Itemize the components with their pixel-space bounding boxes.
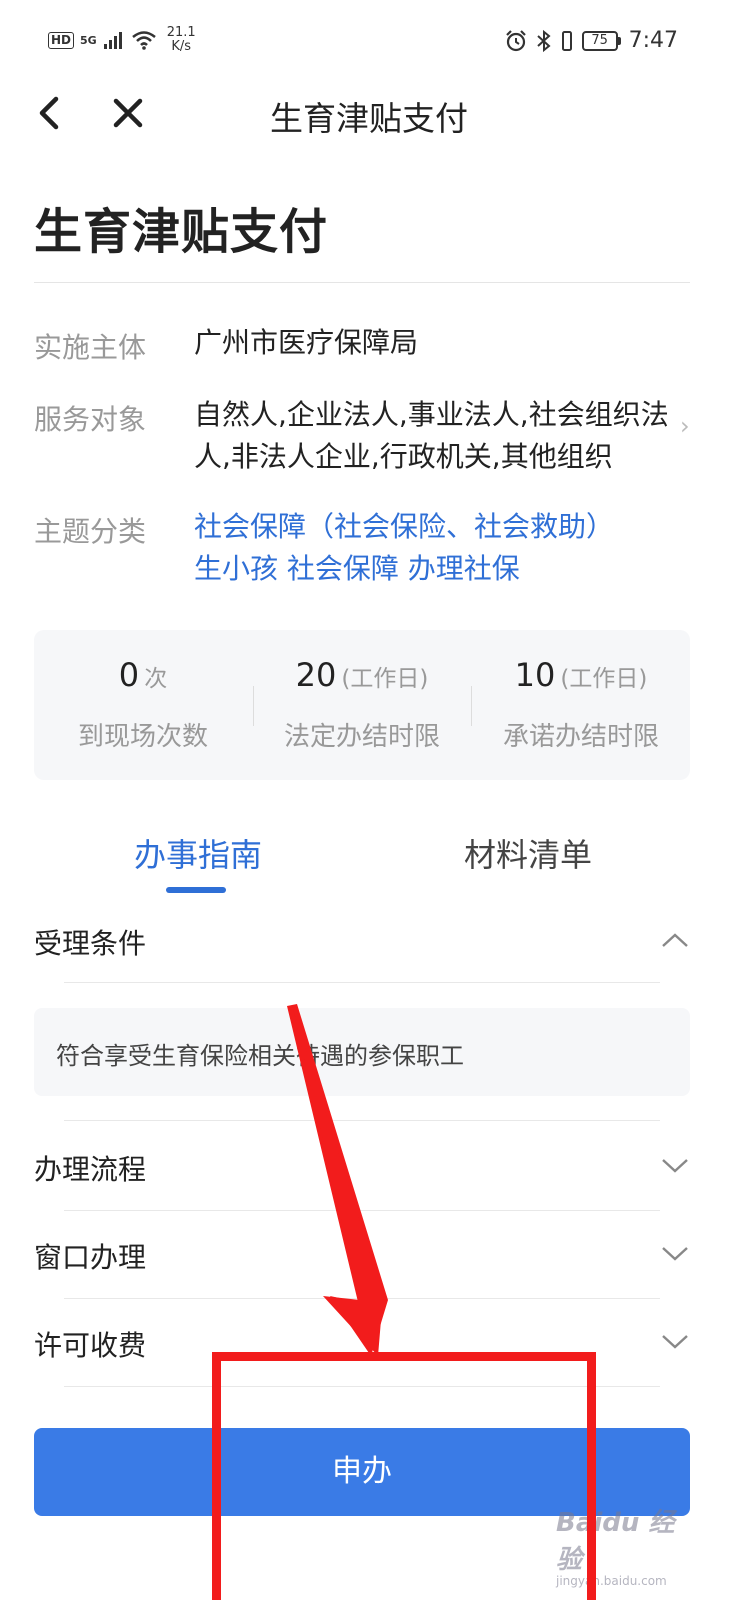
stat-value: 20 [295, 656, 337, 694]
topic-label: 主题分类 [34, 515, 147, 548]
nav-title: 生育津贴支付 [270, 99, 468, 138]
chevron-up-icon[interactable] [660, 930, 690, 950]
battery-icon: 75 [581, 30, 621, 51]
divider [64, 1298, 660, 1299]
battery-level: 75 [581, 30, 618, 51]
vibrate-icon [561, 30, 572, 51]
wifi-icon [131, 31, 156, 50]
battery-tip [617, 36, 621, 45]
stat-legal-limit: 20 (工作日) 法定办结时限 [253, 656, 471, 753]
conditions-text: 符合享受生育保险相关待遇的参保职工 [56, 1042, 464, 1070]
stat-label: 到现场次数 [77, 722, 208, 752]
divider [34, 282, 690, 283]
page-title: 生育津贴支付 [34, 204, 329, 260]
topic-link-1[interactable]: 社会保障（社会保险、社会救助） [194, 506, 674, 548]
status-left: HD 5G 21.1 K/s [48, 26, 196, 54]
stat-visits: 0 次 到现场次数 [34, 656, 252, 753]
stats-card: 0 次 到现场次数 20 (工作日) 法定办结时限 10 (工作日) 承诺办结时… [34, 630, 690, 780]
status-right: 75 7:47 [504, 28, 678, 53]
annotation-highlight-box [212, 1352, 596, 1600]
topic-value: 社会保障（社会保险、社会救助） 生小孩 社会保障 办理社保 [194, 506, 674, 590]
tab-indicator [166, 887, 226, 893]
alarm-icon [505, 29, 526, 51]
tab-materials[interactable]: 材料清单 [464, 830, 592, 876]
net-speed-value: 21.1 [166, 25, 196, 40]
divider [64, 982, 660, 983]
stat-value: 0 [118, 656, 140, 694]
section-conditions-title[interactable]: 受理条件 [34, 922, 146, 962]
chevron-down-icon[interactable] [660, 1156, 690, 1176]
section-process-title[interactable]: 办理流程 [34, 1148, 146, 1188]
conditions-content: 符合享受生育保险相关待遇的参保职工 [34, 1008, 690, 1096]
clock: 7:47 [628, 28, 678, 53]
divider [64, 1120, 660, 1121]
hd-badge: HD [48, 31, 75, 49]
tab-guide[interactable]: 办事指南 [134, 830, 262, 876]
stat-label: 法定办结时限 [283, 722, 440, 752]
audience-label: 服务对象 [34, 403, 147, 436]
nav-bar: 生育津贴支付 [0, 80, 738, 150]
stat-unit: (工作日) [560, 666, 648, 692]
net-speed: 21.1 K/s [167, 26, 196, 54]
stat-label: 承诺办结时限 [502, 722, 659, 752]
chevron-right-icon[interactable]: › [680, 412, 690, 440]
section-fee-title[interactable]: 许可收费 [34, 1324, 146, 1364]
net-speed-unit: K/s [171, 39, 192, 54]
chevron-down-icon[interactable] [660, 1244, 690, 1264]
implementer-label: 实施主体 [34, 331, 147, 364]
signal-icon [103, 32, 122, 49]
signal-label: 5G [80, 33, 97, 47]
stat-unit: 次 [144, 666, 168, 692]
stat-promised-limit: 10 (工作日) 承诺办结时限 [472, 656, 690, 753]
stat-value: 10 [514, 656, 556, 694]
bluetooth-icon [536, 29, 551, 52]
implementer-value: 广州市医疗保障局 [194, 326, 419, 359]
stat-unit: (工作日) [341, 666, 429, 692]
topic-link-2[interactable]: 生小孩 社会保障 办理社保 [194, 548, 674, 590]
status-bar: HD 5G 21.1 K/s 75 7:47 [0, 0, 738, 80]
divider [64, 1210, 660, 1211]
audience-value: 自然人,企业法人,事业法人,社会组织法人,非法人企业,行政机关,其他组织 [194, 398, 669, 473]
section-window-title[interactable]: 窗口办理 [34, 1236, 146, 1276]
chevron-down-icon[interactable] [660, 1332, 690, 1352]
